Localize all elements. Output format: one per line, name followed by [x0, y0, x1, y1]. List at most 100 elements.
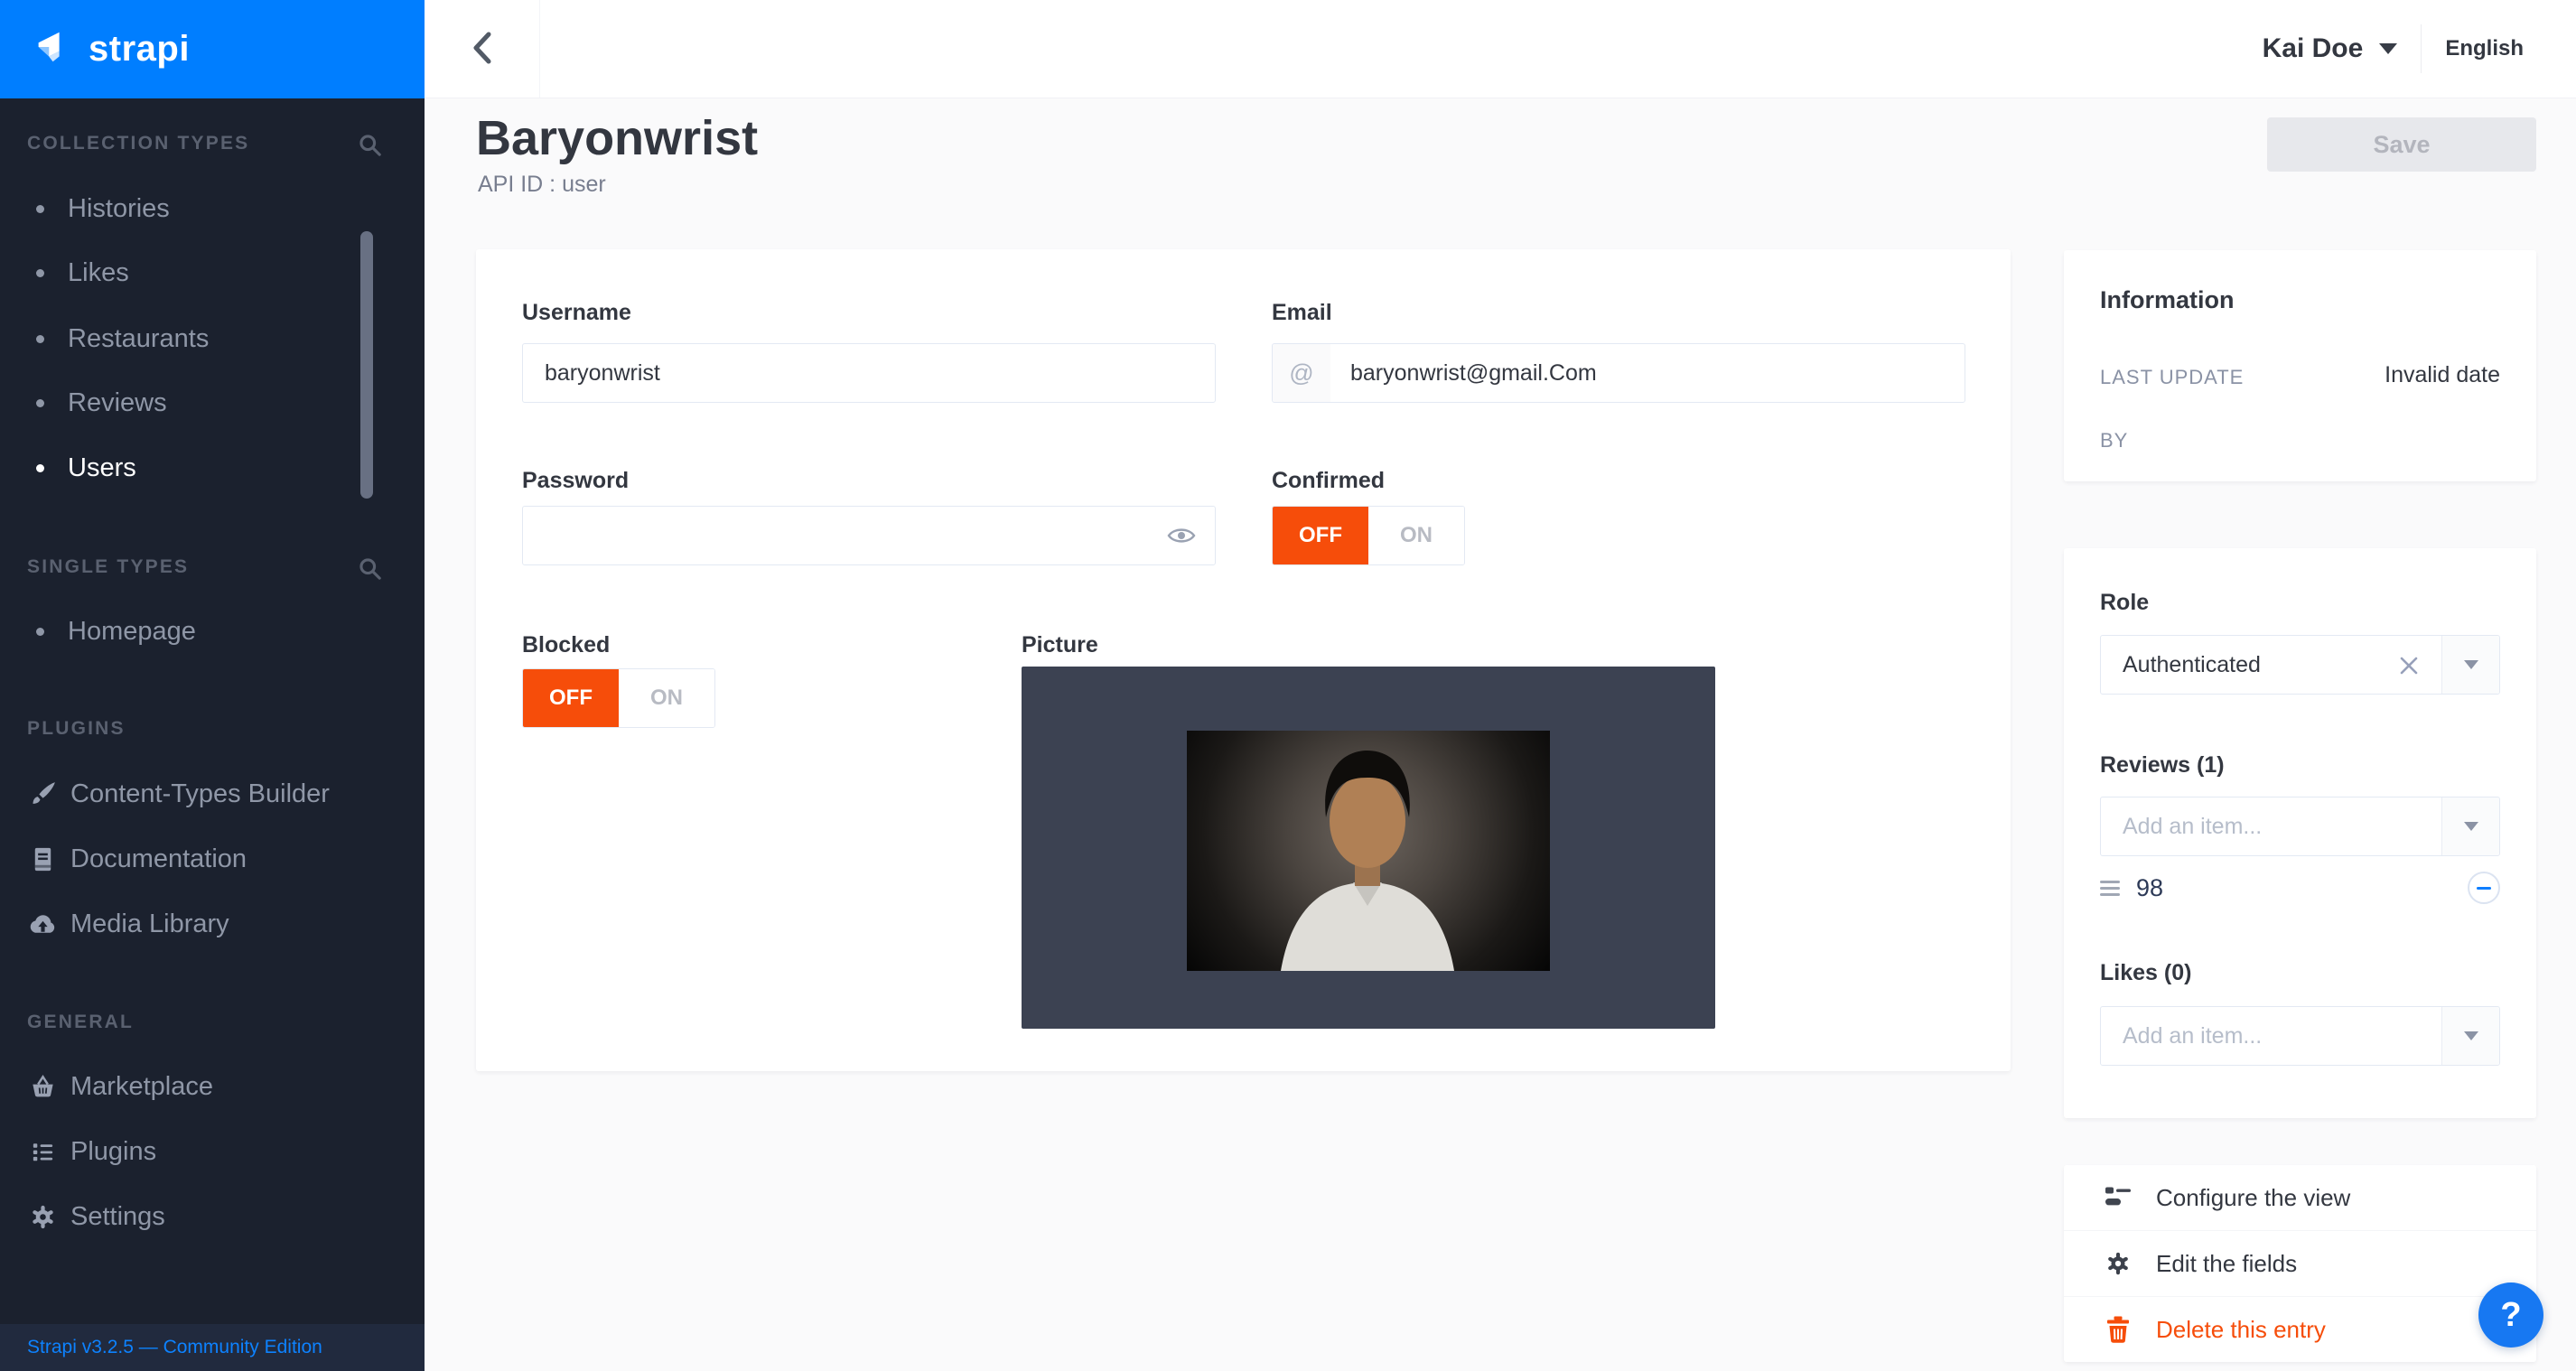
chevron-down-icon — [2464, 1031, 2478, 1040]
gear-icon — [27, 1201, 58, 1232]
list-icon — [27, 1136, 58, 1167]
chevron-left-icon — [471, 29, 494, 70]
delete-entry-button[interactable]: Delete this entry — [2064, 1296, 2536, 1362]
sidebar-item-homepage[interactable]: Homepage — [27, 613, 196, 649]
api-id-subtitle: API ID : user — [478, 172, 606, 198]
chevron-down-icon — [2464, 660, 2478, 669]
select-caret-segment[interactable] — [2441, 1007, 2499, 1065]
last-update-value: Invalid date — [2385, 362, 2500, 388]
sidebar-item-marketplace[interactable]: Marketplace — [27, 1068, 213, 1105]
information-title: Information — [2100, 286, 2235, 314]
sidebar-item-plugins[interactable]: Plugins — [27, 1133, 156, 1170]
divider — [2421, 24, 2422, 73]
chevron-down-icon — [2379, 43, 2397, 54]
picture-media-field[interactable] — [1022, 667, 1715, 1029]
edit-form-card: Username Email @ Password Confirmed OFF … — [476, 249, 2011, 1071]
sidebar-item-label: Content-Types Builder — [70, 779, 330, 809]
cloud-upload-icon — [27, 909, 58, 939]
locale-label[interactable]: English — [2445, 36, 2524, 61]
confirmed-toggle: OFF ON — [1272, 506, 1465, 565]
sidebar-item-likes[interactable]: Likes — [27, 255, 129, 291]
search-icon[interactable] — [358, 556, 382, 581]
picture-label: Picture — [1022, 632, 1098, 658]
user-menu[interactable]: Kai Doe — [2263, 33, 2398, 64]
logo-text: strapi — [89, 29, 190, 70]
sidebar-scrollbar[interactable] — [360, 231, 373, 499]
section-general: GENERAL — [27, 1012, 134, 1033]
reviews-label: Reviews (1) — [2100, 752, 2225, 779]
email-input[interactable] — [1330, 344, 1965, 402]
configure-view-button[interactable]: Configure the view — [2064, 1165, 2536, 1230]
book-icon — [27, 844, 58, 874]
section-single-types: SINGLE TYPES — [27, 556, 189, 578]
bullet-icon — [36, 269, 44, 277]
sidebar-item-documentation[interactable]: Documentation — [27, 841, 247, 877]
layout-config-icon — [2104, 1186, 2133, 1209]
sidebar: strapi COLLECTION TYPES Histories Likes … — [0, 0, 425, 1371]
sidebar-item-label: Marketplace — [70, 1072, 213, 1102]
edit-fields-button[interactable]: Edit the fields — [2064, 1230, 2536, 1296]
sidebar-item-label: Settings — [70, 1202, 165, 1232]
select-caret-segment[interactable] — [2441, 636, 2499, 694]
sidebar-item-histories[interactable]: Histories — [27, 191, 170, 227]
reviews-add-select[interactable]: Add an item... — [2100, 797, 2500, 856]
select-caret-segment[interactable] — [2441, 797, 2499, 855]
relation-item-value[interactable]: 98 — [2136, 874, 2163, 902]
sidebar-item-label: Documentation — [70, 844, 247, 874]
user-portrait-photo — [1187, 731, 1550, 971]
action-label: Delete this entry — [2156, 1316, 2326, 1344]
sidebar-item-reviews[interactable]: Reviews — [27, 385, 167, 421]
topbar: Kai Doe English — [425, 0, 2576, 98]
back-button[interactable] — [425, 0, 540, 98]
strapi-logo[interactable]: strapi — [0, 0, 425, 98]
likes-label: Likes (0) — [2100, 960, 2191, 986]
user-name: Kai Doe — [2263, 33, 2364, 64]
chevron-down-icon — [2464, 822, 2478, 831]
section-plugins: PLUGINS — [27, 718, 126, 740]
likes-placeholder: Add an item... — [2123, 1007, 2262, 1065]
search-icon[interactable] — [358, 133, 382, 157]
drag-handle-icon[interactable] — [2100, 881, 2120, 896]
sidebar-item-label: Media Library — [70, 909, 229, 939]
last-update-label: LAST UPDATE — [2100, 366, 2244, 389]
email-field: @ — [1272, 343, 1965, 403]
information-card: Information LAST UPDATE Invalid date BY — [2064, 250, 2536, 481]
basket-icon — [27, 1071, 58, 1102]
role-select[interactable]: Authenticated — [2100, 635, 2500, 695]
version-link[interactable]: Strapi v3.2.5 — Community Edition — [27, 1337, 322, 1358]
minus-icon — [2477, 887, 2491, 890]
clear-icon[interactable] — [2396, 653, 2422, 678]
section-collection-types: COLLECTION TYPES — [27, 133, 249, 154]
remove-item-button[interactable] — [2468, 872, 2500, 904]
sidebar-item-restaurants[interactable]: Restaurants — [27, 321, 209, 357]
blocked-label: Blocked — [522, 632, 610, 658]
confirmed-toggle-on[interactable]: ON — [1368, 507, 1464, 564]
username-input[interactable] — [522, 343, 1216, 403]
reviews-relation-item: 98 — [2100, 866, 2500, 909]
role-label: Role — [2100, 590, 2149, 616]
blocked-toggle: OFF ON — [522, 668, 715, 728]
blocked-toggle-on[interactable]: ON — [619, 669, 714, 727]
password-label: Password — [522, 468, 629, 494]
password-input[interactable] — [523, 507, 1215, 564]
entry-actions-card: Configure the view Edit the fields Delet… — [2064, 1165, 2536, 1362]
sidebar-item-media-library[interactable]: Media Library — [27, 906, 229, 942]
likes-add-select[interactable]: Add an item... — [2100, 1006, 2500, 1066]
save-button[interactable]: Save — [2267, 117, 2536, 172]
by-label: BY — [2100, 429, 2128, 452]
blocked-toggle-off[interactable]: OFF — [523, 669, 619, 727]
sidebar-item-users[interactable]: Users — [27, 450, 136, 486]
help-button[interactable]: ? — [2478, 1282, 2543, 1348]
eye-icon[interactable] — [1166, 526, 1197, 547]
email-label: Email — [1272, 300, 1332, 326]
trash-icon — [2104, 1316, 2133, 1344]
bullet-icon — [36, 464, 44, 472]
bullet-icon — [36, 399, 44, 407]
sidebar-item-label: Users — [68, 453, 136, 483]
sidebar-item-label: Plugins — [70, 1137, 156, 1167]
sidebar-footer: Strapi v3.2.5 — Community Edition — [0, 1324, 425, 1371]
sidebar-item-content-types-builder[interactable]: Content-Types Builder — [27, 776, 330, 812]
confirmed-toggle-off[interactable]: OFF — [1273, 507, 1368, 564]
paintbrush-icon — [27, 779, 58, 809]
sidebar-item-settings[interactable]: Settings — [27, 1198, 165, 1235]
